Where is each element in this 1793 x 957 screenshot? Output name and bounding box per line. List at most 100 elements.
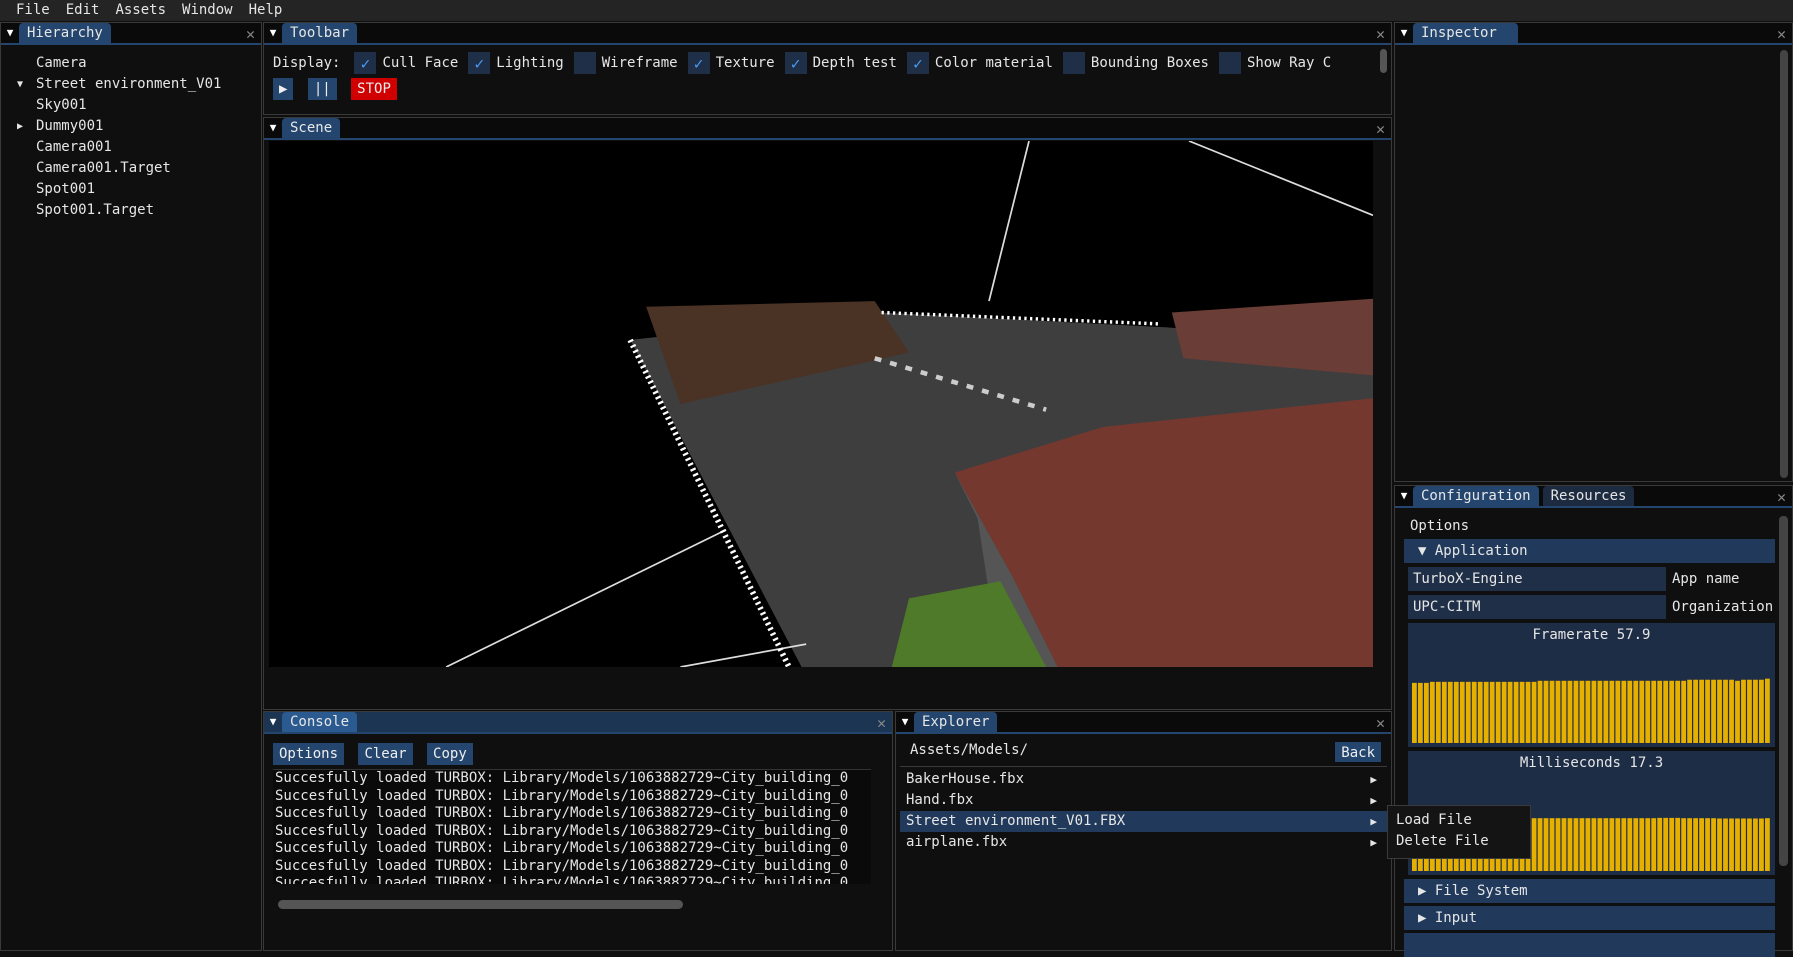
hierarchy-item[interactable]: Camera001.Target	[1, 158, 261, 179]
pause-button[interactable]: ||	[307, 78, 337, 100]
file-item[interactable]: BakerHouse.fbx ▶	[900, 769, 1387, 790]
submenu-arrow-icon[interactable]: ▶	[1370, 811, 1377, 832]
console-line: Succesfully loaded TURBOX: Library/Model…	[275, 787, 849, 804]
plot-bar	[1423, 682, 1429, 743]
submenu-arrow-icon[interactable]: ▶	[1370, 769, 1377, 790]
tab-inspector[interactable]: Inspector	[1413, 23, 1518, 43]
hierarchy-item[interactable]: Spot001.Target	[1, 200, 261, 221]
checkbox-lighting[interactable]: ✓ Lighting	[468, 52, 564, 74]
tab-hierarchy[interactable]: Hierarchy	[19, 23, 111, 43]
collapse-icon[interactable]: ▼	[264, 712, 282, 732]
configuration-panel: ▼ Configuration Resources ✕ Options ▼ Appli…	[1394, 485, 1793, 957]
file-item[interactable]: Hand.fbx ▶	[900, 790, 1387, 811]
plot-bar	[1453, 681, 1459, 743]
checkbox-texture[interactable]: ✓ Texture	[687, 52, 775, 74]
plot-bar	[1471, 681, 1477, 743]
file-name: airplane.fbx	[906, 834, 1008, 850]
tab-toolbar[interactable]: Toolbar	[282, 23, 358, 43]
submenu-arrow-icon[interactable]: ▶	[1370, 790, 1377, 811]
menu-assets[interactable]: Assets	[107, 0, 174, 21]
hierarchy-item[interactable]: Sky001	[1, 95, 261, 116]
collapsed-arrow-icon[interactable]: ▶	[17, 116, 23, 137]
submenu-arrow-icon[interactable]: ▶	[1370, 832, 1377, 853]
menu-window[interactable]: Window	[174, 0, 241, 21]
close-icon[interactable]: ✕	[1777, 25, 1786, 43]
checkbox-label: Bounding Boxes	[1090, 55, 1209, 71]
delete-file-menu-item[interactable]: Delete File	[1396, 831, 1522, 852]
file-system-header[interactable]: ▶ File System	[1404, 879, 1775, 903]
hierarchy-item[interactable]: ▶ Dummy001	[1, 116, 261, 137]
plot-bar	[1549, 680, 1555, 743]
file-context-menu: Load File Delete File	[1387, 805, 1531, 859]
close-icon[interactable]: ✕	[1376, 120, 1385, 138]
application-header[interactable]: ▼ Application	[1404, 539, 1775, 563]
close-icon[interactable]: ✕	[1376, 714, 1385, 732]
collapse-icon[interactable]: ▼	[264, 118, 282, 138]
collapse-icon[interactable]: ▼	[1, 23, 19, 43]
tab-scene[interactable]: Scene	[282, 118, 341, 138]
hierarchy-item[interactable]: Camera	[1, 53, 261, 74]
next-section-header[interactable]	[1404, 933, 1775, 957]
copy-button[interactable]: Copy	[427, 743, 473, 765]
checkbox-bounding-boxes[interactable]: Bounding Boxes	[1062, 52, 1209, 74]
menu-help[interactable]: Help	[241, 0, 291, 21]
tab-explorer[interactable]: Explorer	[914, 712, 998, 732]
expanded-arrow-icon[interactable]: ▼	[17, 74, 23, 95]
collapse-icon[interactable]: ▼	[1395, 486, 1413, 506]
tab-resources[interactable]: Resources	[1542, 486, 1635, 506]
options-button[interactable]: Options	[273, 743, 345, 765]
file-name: Hand.fbx	[906, 792, 974, 808]
checkbox-show-ray-c[interactable]: Show Ray C	[1218, 52, 1331, 74]
menu-file[interactable]: File	[8, 0, 58, 21]
stop-button[interactable]: STOP	[351, 78, 397, 100]
tab-console[interactable]: Console	[282, 712, 357, 732]
close-icon[interactable]: ✕	[1376, 25, 1385, 43]
checkmark-icon[interactable]: ✓	[687, 52, 710, 74]
configuration-scrollbar[interactable]	[1779, 516, 1788, 866]
toolbar-scrollbar[interactable]	[1380, 49, 1387, 73]
checkbox-cull-face[interactable]: ✓ Cull Face	[354, 52, 458, 74]
hierarchy-item[interactable]: Camera001	[1, 137, 261, 158]
collapse-icon[interactable]: ▼	[264, 23, 282, 43]
checkbox-box[interactable]	[573, 52, 596, 74]
checkmark-icon[interactable]: ✓	[468, 52, 491, 74]
plot-bar	[1513, 681, 1519, 743]
checkbox-color-material[interactable]: ✓ Color material	[906, 52, 1053, 74]
play-button[interactable]: ▶	[273, 78, 294, 100]
close-icon[interactable]: ✕	[1777, 488, 1786, 506]
tab-configuration[interactable]: Configuration	[1413, 486, 1539, 506]
checkbox-wireframe[interactable]: Wireframe	[573, 52, 678, 74]
file-name: BakerHouse.fbx	[906, 771, 1025, 787]
inspector-scrollbar[interactable]	[1780, 50, 1788, 478]
console-h-scrollbar[interactable]	[278, 900, 683, 909]
plot-bar	[1699, 818, 1704, 871]
checkbox-box[interactable]	[1062, 52, 1085, 74]
checkmark-icon[interactable]: ✓	[354, 52, 377, 74]
plot-bar	[1633, 680, 1639, 743]
plot-bar	[1501, 681, 1507, 743]
clear-button[interactable]: Clear	[358, 743, 413, 765]
input-header[interactable]: ▶ Input	[1404, 906, 1775, 930]
plot-bar	[1561, 680, 1567, 743]
close-icon[interactable]: ✕	[877, 714, 886, 732]
checkmark-icon[interactable]: ✓	[906, 52, 929, 74]
collapsed-arrow-icon: ▶	[1418, 883, 1435, 899]
app-name-input[interactable]: TurboX-Engine	[1408, 567, 1666, 591]
file-item[interactable]: airplane.fbx ▶	[900, 832, 1387, 853]
menu-edit[interactable]: Edit	[58, 0, 108, 21]
load-file-menu-item[interactable]: Load File	[1396, 810, 1522, 831]
close-icon[interactable]: ✕	[246, 25, 255, 43]
back-button[interactable]: Back	[1335, 742, 1381, 762]
checkmark-icon[interactable]: ✓	[784, 52, 807, 74]
checkbox-depth-test[interactable]: ✓ Depth test	[784, 52, 897, 74]
scene-viewport[interactable]	[269, 141, 1373, 667]
file-item[interactable]: Street environment_V01.FBX ▶	[900, 811, 1387, 832]
collapse-icon[interactable]: ▼	[896, 712, 914, 732]
organization-input[interactable]: UPC-CITM	[1408, 595, 1666, 619]
checkbox-box[interactable]	[1218, 52, 1241, 74]
console-log[interactable]: Succesfully loaded TURBOX: Library/Model…	[273, 769, 871, 884]
collapse-icon[interactable]: ▼	[1395, 23, 1413, 43]
hierarchy-item[interactable]: Spot001	[1, 179, 261, 200]
hierarchy-item[interactable]: ▼ Street environment_V01	[1, 74, 261, 95]
plot-bar	[1579, 680, 1585, 743]
